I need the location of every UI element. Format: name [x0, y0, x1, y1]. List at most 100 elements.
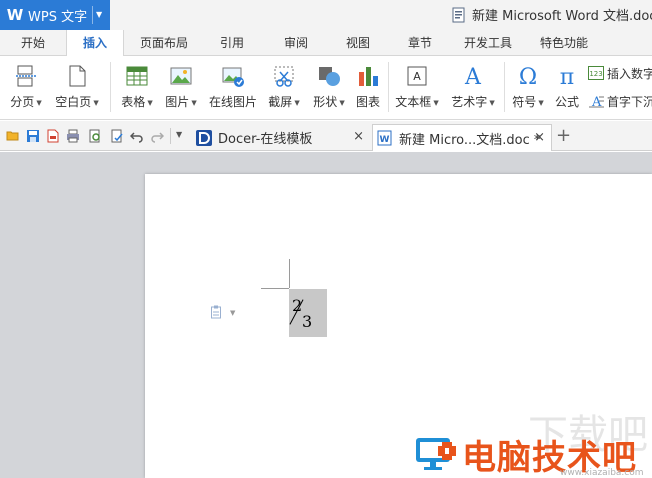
page-break-icon [16, 65, 36, 87]
table-label: 表格 [121, 95, 146, 109]
tab-insert[interactable]: 插入 [66, 30, 124, 57]
svg-text:A: A [464, 65, 482, 88]
word-art-icon: A [464, 65, 482, 88]
app-menu-divider [92, 6, 93, 24]
picture-label: 图片 [165, 95, 190, 109]
online-picture-label: 在线图片 [208, 95, 257, 109]
symbol-button[interactable]: Ω 符号 ▼ [508, 56, 548, 116]
close-icon[interactable]: × [534, 130, 545, 145]
svg-text:W: W [380, 135, 390, 145]
page-break-button[interactable]: 分页 ▼ [6, 56, 46, 116]
save-icon[interactable] [26, 129, 40, 143]
text-box-button[interactable]: A 文本框 ▼ [392, 56, 442, 116]
redo-icon[interactable] [150, 129, 164, 143]
omega-icon: Ω [519, 65, 537, 88]
chevron-down-icon: ▼ [489, 98, 495, 107]
export-pdf-icon[interactable] [46, 129, 60, 143]
margin-marker-vertical [289, 259, 290, 288]
fraction-numerator: 2 [292, 296, 303, 315]
svg-text:A: A [413, 70, 421, 83]
svg-text:π: π [560, 65, 574, 88]
document-title-text: 新建 Microsoft Word 文档.doc [472, 9, 652, 24]
chevron-down-icon: ▼ [538, 98, 544, 107]
shapes-icon [319, 67, 340, 86]
print-icon[interactable] [66, 129, 80, 143]
formula-button[interactable]: π 公式 [550, 56, 584, 116]
fraction-denominator: 3 [302, 312, 313, 331]
symbol-label: 符号 [512, 95, 537, 109]
word-art-button[interactable]: A 艺术字 ▼ [446, 56, 500, 116]
shapes-label: 形状 [313, 95, 338, 109]
number-icon: 123 [588, 66, 604, 80]
online-picture-button[interactable]: 在线图片 [206, 56, 260, 116]
drop-cap-button[interactable]: A 首字下沉 [588, 92, 652, 110]
chevron-down-icon[interactable]: ▼ [230, 309, 235, 317]
chevron-down-icon: ▼ [191, 98, 197, 107]
blank-page-icon [69, 65, 86, 87]
svg-text:Ω: Ω [519, 65, 537, 88]
watermark: 下载吧 电脑技术吧 www.xiazaiba.com [410, 412, 652, 478]
app-menu-button[interactable]: W WPS 文字 ▼ [0, 0, 110, 30]
doc-tab-label: Docer-在线模板 [218, 132, 313, 147]
picture-button[interactable]: 图片 ▼ [160, 56, 202, 116]
chart-button[interactable]: 图表 [352, 56, 384, 116]
insert-number-label: 插入数字 [607, 66, 652, 81]
screenshot-button[interactable]: 截屏 ▼ [262, 56, 306, 116]
chart-icon [359, 67, 378, 86]
watermark-site: www.xiazaiba.com [560, 468, 644, 478]
wps-logo-icon: W [6, 6, 24, 24]
word-doc-icon: W [377, 130, 392, 146]
undo-icon[interactable] [130, 129, 144, 143]
formula-label: 公式 [554, 95, 579, 109]
chevron-down-icon: ▼ [339, 98, 345, 107]
ribbon-tabs: 开始 插入 页面布局 引用 审阅 视图 章节 开发工具 特色功能 [0, 30, 652, 57]
app-name: WPS 文字 [28, 9, 88, 25]
insert-number-button[interactable]: 123 插入数字 [588, 64, 652, 82]
doc-tab-label: 新建 Micro...文档.doc * [399, 132, 541, 148]
chevron-down-icon: ▼ [93, 98, 99, 107]
open-folder-icon[interactable] [6, 129, 20, 143]
doc-tab-docer[interactable]: Docer-在线模板 × [192, 124, 370, 151]
chevron-down-icon: ▼ [36, 98, 42, 107]
close-icon[interactable]: × [353, 129, 364, 144]
doc-tab-current[interactable]: W 新建 Micro...文档.doc * × [372, 124, 552, 151]
title-bar: W WPS 文字 ▼ 新建 Microsoft Word 文档.doc [0, 0, 652, 30]
chevron-down-icon[interactable]: ▼ [176, 130, 182, 139]
page-break-label: 分页 [10, 95, 35, 109]
chevron-down-icon: ▼ [294, 98, 300, 107]
ribbon-divider [110, 62, 111, 112]
blank-page-label: 空白页 [55, 95, 92, 109]
pi-icon: π [560, 65, 574, 88]
screenshot-label: 截屏 [268, 95, 293, 109]
online-picture-icon [222, 67, 244, 87]
spell-check-icon[interactable] [110, 129, 124, 143]
chart-label: 图表 [355, 95, 380, 109]
tab-developer-tools[interactable]: 开发工具 [456, 30, 520, 56]
word-art-label: 艺术字 [451, 95, 488, 109]
new-tab-plus-icon[interactable]: + [556, 125, 571, 146]
tab-chapter[interactable]: 章节 [396, 30, 444, 56]
tab-home[interactable]: 开始 [8, 30, 58, 56]
svg-text:123: 123 [589, 70, 602, 78]
blank-page-button[interactable]: 空白页 ▼ [50, 56, 104, 116]
drop-cap-label: 首字下沉 [607, 94, 652, 109]
chevron-down-icon: ▼ [147, 98, 153, 107]
ribbon-divider [504, 62, 505, 112]
paste-options-icon[interactable] [211, 305, 223, 319]
shapes-button[interactable]: 形状 ▼ [308, 56, 350, 116]
table-button[interactable]: 表格 ▼ [116, 56, 158, 116]
tab-references[interactable]: 引用 [208, 30, 256, 56]
screenshot-icon [274, 66, 294, 87]
document-title: 新建 Microsoft Word 文档.doc [452, 5, 652, 24]
tab-review[interactable]: 审阅 [272, 30, 320, 56]
tab-page-layout[interactable]: 页面布局 [132, 30, 196, 56]
text-box-icon: A [407, 66, 427, 86]
tab-special-features[interactable]: 特色功能 [532, 30, 596, 56]
chevron-down-icon[interactable]: ▼ [96, 10, 102, 19]
docer-icon [196, 129, 212, 146]
print-preview-icon[interactable] [88, 129, 102, 143]
document-icon [452, 7, 465, 22]
ribbon-divider [388, 62, 389, 112]
margin-marker-horizontal [261, 288, 289, 289]
tab-view[interactable]: 视图 [334, 30, 382, 56]
